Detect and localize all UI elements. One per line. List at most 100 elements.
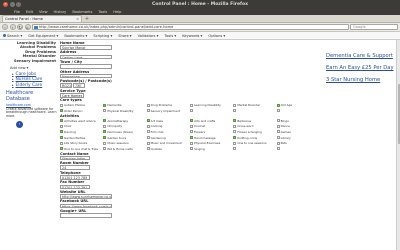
checkbox-empty-icon[interactable] (103, 147, 107, 151)
checkbox-empty-icon[interactable] (146, 109, 150, 113)
address-field[interactable]: Oakley Lane (60, 54, 112, 60)
activity-checkbox[interactable]: Flower arranging (233, 130, 274, 134)
toolbar-options[interactable]: Options ▾ (208, 34, 225, 38)
menu-tools[interactable]: Tools (98, 10, 107, 14)
activity-checkbox[interactable]: ✓ Hand massage (189, 136, 231, 140)
care-type-checkbox[interactable]: Physical Disability (103, 109, 144, 113)
activity-checkbox[interactable]: ✓ Barbecue (233, 119, 274, 123)
checkbox-empty-icon[interactable] (146, 141, 150, 145)
checkbox-checked-icon[interactable]: ✓ (60, 119, 63, 123)
activity-checkbox[interactable]: ✓ Garden Parties (60, 136, 101, 140)
toolbar-search[interactable]: Search ▾ (3, 34, 22, 38)
search-input[interactable]: Google (350, 24, 398, 30)
checkbox-empty-icon[interactable] (189, 130, 193, 134)
maximize-window-icon[interactable]: □ (16, 2, 21, 7)
activity-checkbox[interactable]: ✓ One to one chat & Trips (60, 147, 101, 151)
care-type-checkbox[interactable]: Mental Disorder (233, 103, 274, 107)
checkbox-checked-icon[interactable]: ✓ (146, 119, 150, 123)
page-scrollbar[interactable] (396, 40, 400, 250)
checkbox-checked-icon[interactable]: ✓ (103, 130, 107, 134)
checkbox-empty-icon[interactable] (60, 103, 63, 107)
checkbox-checked-icon[interactable]: ✓ (276, 103, 280, 107)
activity-checkbox[interactable]: Life Story books (60, 141, 101, 145)
postcode-field-a[interactable]: RG21 (60, 83, 72, 88)
checkbox-empty-icon[interactable] (233, 130, 237, 134)
checkbox-checked-icon[interactable]: ✓ (233, 136, 237, 140)
care-type-checkbox[interactable]: Learning Disability (189, 103, 231, 107)
checkbox-empty-icon[interactable] (233, 147, 237, 151)
category-item[interactable]: Sensory Impairment (0, 59, 56, 63)
checkbox-checked-icon[interactable]: ✓ (103, 136, 107, 140)
toolbar-get-equipment[interactable]: Get Equipment ▾ (28, 34, 58, 38)
facebook-field[interactable]: https://www.facebook.com/sunrisemanor (60, 203, 112, 209)
ad-earn-easy[interactable]: Earn An Easy £25 Per Day (326, 65, 400, 71)
google-field[interactable] (60, 213, 112, 218)
checkbox-empty-icon[interactable] (189, 141, 193, 145)
activity-checkbox[interactable]: Games (276, 130, 318, 134)
add-new-label[interactable]: Add new ▾ (0, 66, 58, 70)
activity-checkbox[interactable]: ✓ Dancing (60, 130, 101, 134)
activity-checkbox[interactable]: Gardening (146, 136, 188, 140)
menu-bookmarks[interactable]: Bookmarks (72, 10, 92, 14)
rooms-field[interactable]: 24 (60, 165, 90, 170)
menu-history[interactable]: History (54, 10, 67, 14)
activity-checkbox[interactable]: Choir (60, 124, 101, 128)
ad-dementia-care[interactable]: Dementia Care & Support (326, 53, 400, 59)
toolbar-tools[interactable]: Tools ▾ (164, 34, 176, 38)
activity-checkbox[interactable]: Cooking (146, 124, 188, 128)
checkbox-empty-icon[interactable] (146, 103, 150, 107)
care-type-checkbox[interactable]: ✓ Older Person (60, 109, 101, 113)
activity-checkbox[interactable]: Pet & Horse visits (103, 147, 144, 151)
ad-nursing-home[interactable]: 3 Star Nursing Home (326, 77, 400, 83)
activity-checkbox[interactable]: Dance (276, 124, 318, 128)
checkbox-checked-icon[interactable]: ✓ (60, 109, 63, 113)
activity-checkbox[interactable]: ✓ Garden tours (103, 136, 144, 140)
activity-checkbox[interactable]: Physical Exercises (189, 141, 231, 145)
home-icon[interactable]: ⌂ (24, 24, 31, 30)
checkbox-empty-icon[interactable] (276, 109, 280, 113)
checkbox-checked-icon[interactable]: ✓ (233, 119, 237, 123)
hcd-url[interactable]: healthcare.com (6, 103, 58, 107)
checkbox-empty-icon[interactable] (103, 124, 107, 128)
activity-checkbox[interactable]: Library (276, 136, 318, 140)
url-bar[interactable]: http://www.carehome.co.uk/index.php/admi… (32, 24, 349, 30)
activity-checkbox[interactable]: Crochet (189, 124, 231, 128)
checkbox-checked-icon[interactable]: ✓ (189, 136, 193, 140)
new-tab-icon[interactable]: + (84, 16, 90, 22)
fax-field[interactable]: 01201 123 791 (60, 184, 90, 190)
activity-checkbox[interactable]: Chiropody (103, 124, 144, 128)
checkbox-empty-icon[interactable] (60, 124, 63, 128)
activity-checkbox[interactable]: Film club (146, 130, 188, 134)
checkbox-empty-icon[interactable] (189, 147, 193, 151)
care-type-checkbox[interactable]: ✓ Old Age (276, 103, 318, 107)
care-type-checkbox[interactable]: ✓ Dementia (103, 103, 144, 107)
service-type-select[interactable]: Care Home ▾ (60, 92, 84, 98)
care-type-checkbox[interactable]: Autism Phobia (60, 103, 101, 107)
checkbox-empty-icon[interactable] (146, 130, 150, 134)
close-window-icon[interactable]: × (3, 2, 8, 7)
checkbox-empty-icon[interactable] (276, 119, 280, 123)
checkbox-empty-icon[interactable] (276, 147, 280, 151)
minimize-window-icon[interactable]: – (9, 2, 15, 7)
telephone-field[interactable]: 01201 123 789 (60, 174, 90, 180)
toolbar-validators[interactable]: Validators ▾ (138, 34, 159, 38)
activity-checkbox[interactable]: Singing (189, 147, 231, 151)
toolbar-scripting[interactable]: Scripting ▾ (93, 34, 112, 38)
checkbox-checked-icon[interactable]: ✓ (103, 103, 107, 107)
menu-file[interactable]: File (14, 10, 20, 14)
menu-edit[interactable]: Edit (26, 10, 33, 14)
toolbar-share[interactable]: Share ▾ (118, 34, 131, 38)
toolbar-keywords[interactable]: Keywords ▾ (182, 34, 202, 38)
checkbox-empty-icon[interactable] (233, 103, 237, 107)
activity-checkbox[interactable] (233, 147, 274, 151)
website-field[interactable]: http://www.sunrisemanor.co.uk (60, 194, 112, 199)
checkbox-empty-icon[interactable] (146, 136, 150, 140)
checkbox-checked-icon[interactable]: ✓ (103, 119, 107, 123)
hcd-title[interactable]: Healthcare Database (6, 90, 58, 102)
postcode-field-b[interactable]: 7XE (73, 83, 85, 88)
forward-icon[interactable]: › (9, 24, 16, 30)
activity-checkbox[interactable]: ✓ Knitting circle (233, 136, 274, 140)
activity-checkbox[interactable]: ✓ Aromatherapy (103, 119, 144, 123)
activity-checkbox[interactable]: Quizzes (146, 147, 188, 151)
checkbox-empty-icon[interactable] (146, 124, 150, 128)
